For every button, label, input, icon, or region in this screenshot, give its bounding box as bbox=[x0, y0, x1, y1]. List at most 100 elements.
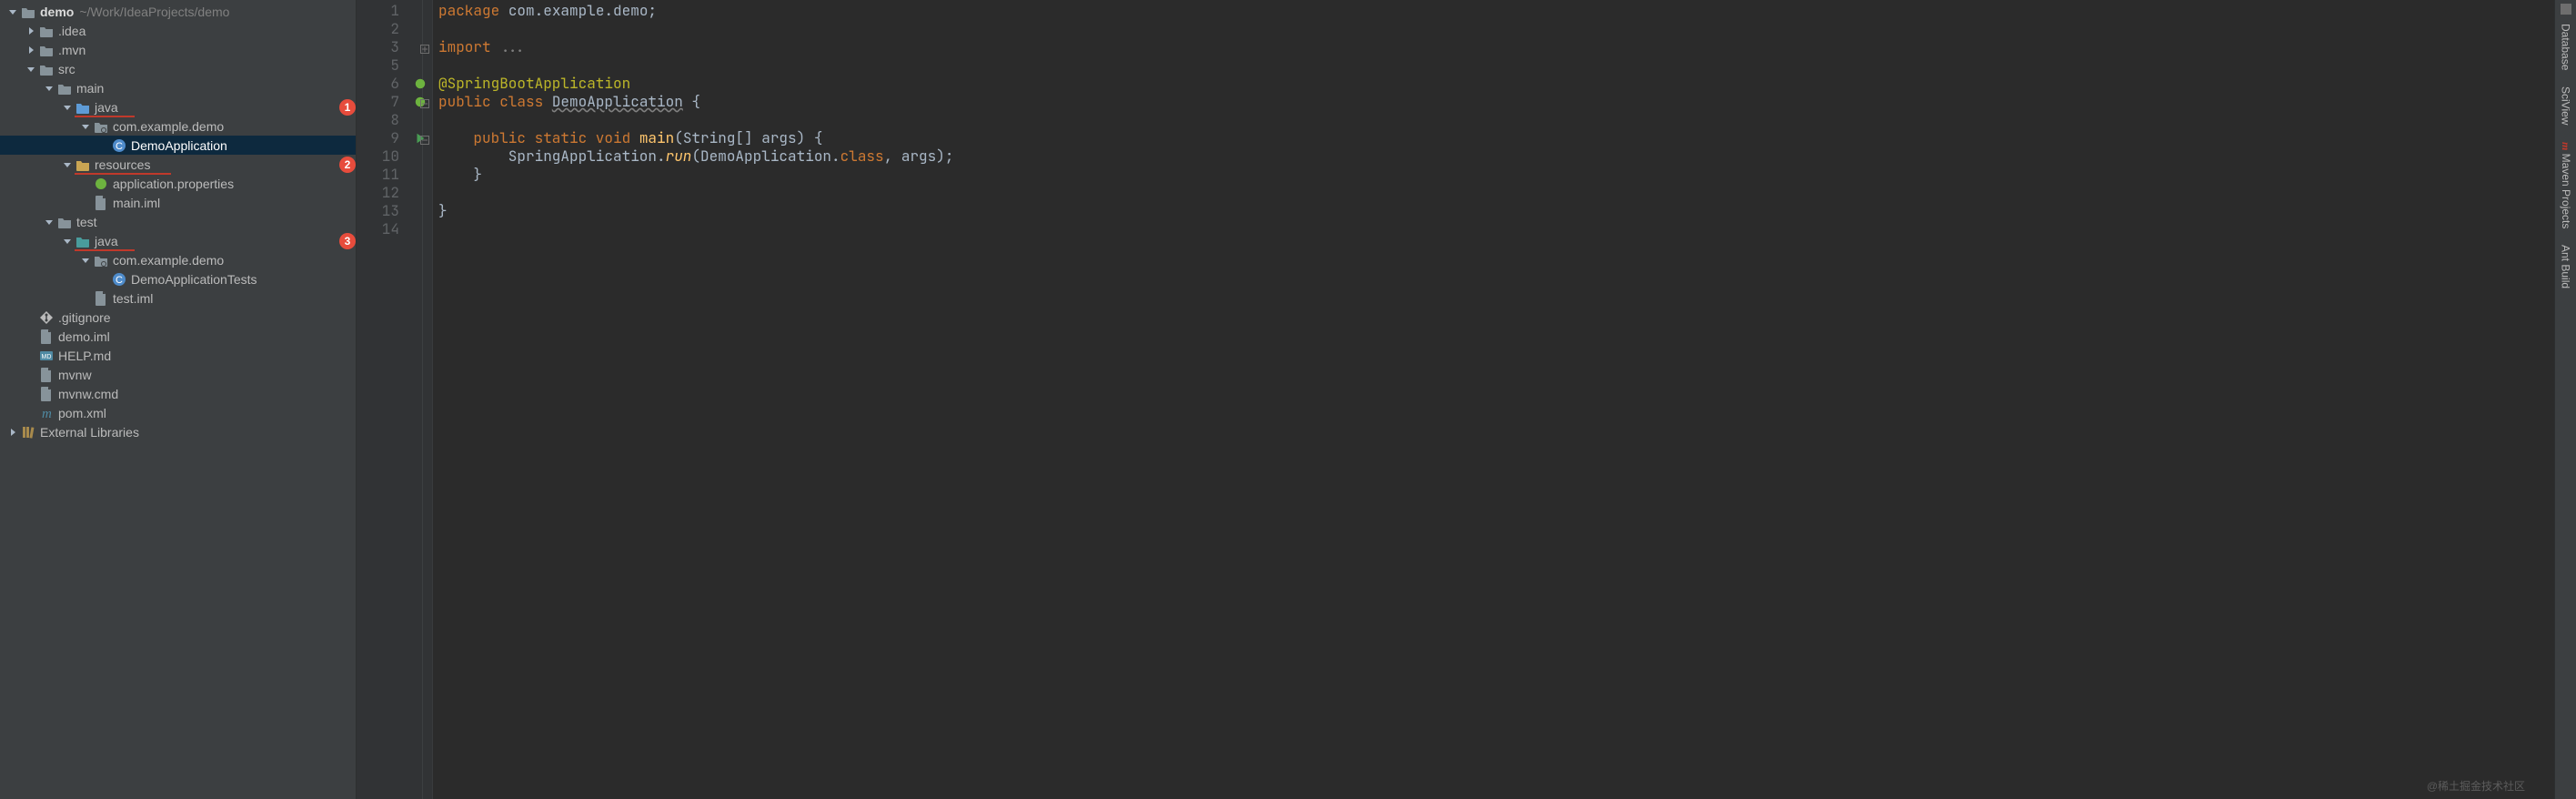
tree-item-label: .idea bbox=[58, 24, 356, 38]
twisty-icon[interactable] bbox=[42, 84, 56, 93]
twisty-icon[interactable] bbox=[24, 65, 38, 74]
tree-item-pom[interactable]: m pom.xml bbox=[0, 403, 356, 422]
tree-item-tests[interactable]: C DemoApplicationTests bbox=[0, 269, 356, 288]
twisty-icon[interactable] bbox=[5, 7, 20, 16]
project-tree[interactable]: demo~/Work/IdeaProjects/demo .idea .mvnsrc… bbox=[0, 0, 357, 799]
code-line[interactable]: public class DemoApplication { bbox=[438, 93, 953, 111]
right-tool-rail: Database SciView m Maven Projects Ant Build bbox=[2554, 0, 2576, 799]
code-line[interactable]: } bbox=[438, 202, 953, 220]
line-number[interactable]: 3 bbox=[357, 38, 432, 56]
package-icon bbox=[93, 119, 109, 134]
twisty-icon[interactable] bbox=[60, 160, 75, 169]
line-number[interactable]: 12 bbox=[357, 184, 432, 202]
twisty-icon[interactable] bbox=[24, 26, 38, 35]
editor-code-area[interactable]: package com.example.demo; import ... @Sp… bbox=[433, 0, 953, 799]
twisty-icon[interactable] bbox=[78, 256, 93, 265]
tree-item-label: resources bbox=[95, 157, 332, 172]
tree-item-pkg2[interactable]: com.example.demo bbox=[0, 250, 356, 269]
tree-item-label: main.iml bbox=[113, 196, 356, 210]
tree-item-mainiml[interactable]: main.iml bbox=[0, 193, 356, 212]
line-number[interactable]: 1 bbox=[357, 2, 432, 20]
tree-item-appprop[interactable]: application.properties bbox=[0, 174, 356, 193]
code-line[interactable]: package com.example.demo; bbox=[438, 2, 953, 20]
tree-item-idea[interactable]: .idea bbox=[0, 21, 356, 40]
svg-text:m: m bbox=[42, 407, 52, 420]
tree-item-testiml[interactable]: test.iml bbox=[0, 288, 356, 308]
twisty-icon[interactable] bbox=[78, 122, 93, 131]
package-icon bbox=[93, 253, 109, 268]
code-editor[interactable]: 123567891011121314 package com.example.d… bbox=[357, 0, 2554, 799]
line-number[interactable]: 8 bbox=[357, 111, 432, 129]
twisty-icon[interactable] bbox=[24, 46, 38, 55]
fold-toggle-icon[interactable] bbox=[420, 131, 429, 140]
code-line[interactable]: @SpringBootApplication bbox=[438, 75, 953, 93]
tree-item-label: demo.iml bbox=[58, 329, 356, 344]
annotation-badge: 1 bbox=[339, 99, 356, 116]
tree-item-external-libraries[interactable]: External Libraries bbox=[0, 422, 356, 441]
folder-icon bbox=[38, 24, 55, 38]
twisty-icon[interactable] bbox=[60, 103, 75, 112]
tree-item-mvnw[interactable]: mvnw bbox=[0, 365, 356, 384]
tree-item-gitig[interactable]: .gitignore bbox=[0, 308, 356, 327]
folder-icon bbox=[38, 43, 55, 57]
tree-item-src[interactable]: src bbox=[0, 59, 356, 78]
line-number[interactable]: 5 bbox=[357, 56, 432, 75]
tree-item-help[interactable]: MDHELP.md bbox=[0, 346, 356, 365]
line-number[interactable]: 7 bbox=[357, 93, 432, 111]
line-number[interactable]: 2 bbox=[357, 20, 432, 38]
tree-item-label: com.example.demo bbox=[113, 119, 356, 134]
tree-item-pkg1[interactable]: com.example.demo bbox=[0, 116, 356, 136]
twisty-icon[interactable] bbox=[60, 237, 75, 246]
module-folder-icon bbox=[20, 5, 36, 19]
code-line[interactable] bbox=[438, 20, 953, 38]
tree-item-res[interactable]: resources2 bbox=[0, 155, 356, 174]
line-number[interactable]: 11 bbox=[357, 166, 432, 184]
fold-toggle-icon[interactable] bbox=[420, 40, 429, 49]
fold-toggle-icon[interactable] bbox=[420, 95, 429, 104]
class-icon: C bbox=[111, 138, 127, 153]
tree-item-mvn[interactable]: .mvn bbox=[0, 40, 356, 59]
file-icon bbox=[38, 387, 55, 401]
tree-item-mvnwcmd[interactable]: mvnw.cmd bbox=[0, 384, 356, 403]
tree-item-label: pom.xml bbox=[58, 406, 356, 420]
tree-item-main[interactable]: main bbox=[0, 78, 356, 97]
line-number[interactable]: 9 bbox=[357, 129, 432, 147]
tree-item-demoapp[interactable]: CDemoApplication bbox=[0, 136, 356, 155]
tool-window-tab-maven-projects[interactable]: m Maven Projects bbox=[2557, 135, 2574, 236]
twisty-icon[interactable] bbox=[5, 428, 20, 437]
twisty-icon[interactable] bbox=[42, 217, 56, 227]
code-line[interactable] bbox=[438, 184, 953, 202]
tree-item-label: mvnw.cmd bbox=[58, 387, 356, 401]
line-number[interactable]: 14 bbox=[357, 220, 432, 238]
gitignore-icon bbox=[38, 310, 55, 325]
tool-window-tab-ant-build[interactable]: Ant Build bbox=[2558, 238, 2574, 296]
code-line[interactable]: } bbox=[438, 166, 953, 184]
code-line[interactable] bbox=[438, 56, 953, 75]
file-icon bbox=[93, 291, 109, 306]
folder-icon bbox=[38, 62, 55, 76]
tree-item-label: HELP.md bbox=[58, 349, 356, 363]
line-number[interactable]: 10 bbox=[357, 147, 432, 166]
code-line[interactable]: SpringApplication.run(DemoApplication.cl… bbox=[438, 147, 953, 166]
tree-item-label: DemoApplicationTests bbox=[131, 272, 356, 287]
tree-item-label: application.properties bbox=[113, 177, 356, 191]
watermark: @稀土掘金技术社区 bbox=[2427, 778, 2525, 794]
file-icon bbox=[38, 368, 55, 382]
tree-item-java1[interactable]: java1 bbox=[0, 97, 356, 116]
test-root-icon bbox=[75, 234, 91, 248]
tool-window-tab-database[interactable]: Database bbox=[2558, 16, 2574, 77]
code-line[interactable] bbox=[438, 111, 953, 129]
tree-item-test[interactable]: test bbox=[0, 212, 356, 231]
svg-text:C: C bbox=[116, 275, 123, 286]
tool-window-tab-sciview[interactable]: SciView bbox=[2558, 79, 2574, 132]
line-number[interactable]: 13 bbox=[357, 202, 432, 220]
tree-item-demoiml[interactable]: demo.iml bbox=[0, 327, 356, 346]
tree-item-root[interactable]: demo~/Work/IdeaProjects/demo bbox=[0, 2, 356, 21]
tree-item-java2[interactable]: java3 bbox=[0, 231, 356, 250]
tree-item-label: .gitignore bbox=[58, 310, 356, 325]
code-line[interactable] bbox=[438, 220, 953, 238]
code-line[interactable]: import ... bbox=[438, 38, 953, 56]
code-line[interactable]: public static void main(String[] args) { bbox=[438, 129, 953, 147]
line-number[interactable]: 6 bbox=[357, 75, 432, 93]
spring-gutter-icon[interactable] bbox=[412, 76, 427, 91]
